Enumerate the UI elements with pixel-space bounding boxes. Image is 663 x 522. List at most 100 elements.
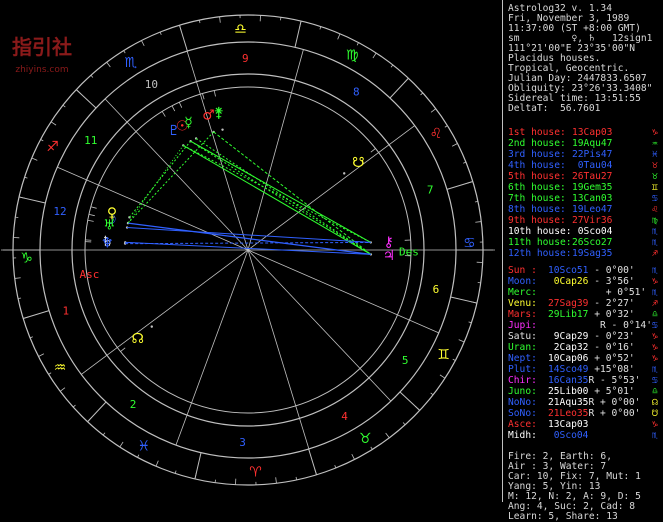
planet-icon: ☋ <box>352 155 364 171</box>
degree-tick <box>73 405 75 407</box>
sign-boundary <box>19 197 45 203</box>
planet-row: Moon: 0Cap26 - 3°56'♑ <box>508 276 635 287</box>
planet-latitude: - 0°00' <box>588 265 634 276</box>
degree-tick <box>160 32 161 35</box>
sign-icon: ♋ <box>652 193 658 204</box>
planet-tick <box>162 111 165 116</box>
planet-name: Moon: <box>508 276 548 287</box>
zodiac-sign-icon: ♏ <box>125 55 138 71</box>
planet-tick <box>172 106 175 111</box>
sign-boundary <box>88 402 106 422</box>
house-label: 1st house: <box>508 127 564 138</box>
planet-position: 13Cap03 <box>548 419 588 430</box>
sign-icon: ♏ <box>652 430 658 441</box>
degree-tick <box>124 51 126 54</box>
sign-boundary <box>23 311 49 319</box>
sign-icon: ♏ <box>652 226 658 237</box>
degree-tick <box>141 41 144 46</box>
planet-latitude: + 5°01' <box>588 386 634 397</box>
house-number: 6 <box>433 283 440 296</box>
house-row: 12th house:19Sag35♐ <box>508 248 612 259</box>
degree-tick <box>220 17 221 23</box>
planet-latitude: R - 0°14' <box>600 320 652 331</box>
planet-name: NoNo: <box>508 397 548 408</box>
zodiac-sign-icon: ♐ <box>46 139 59 155</box>
degree-tick <box>175 471 176 474</box>
degree-tick <box>276 477 277 483</box>
house-cusp: 19Sag35 <box>572 248 612 259</box>
house-row: 4th house: 0Tau04♉ <box>508 160 612 171</box>
house-cusp: 19Leo47 <box>572 204 612 215</box>
house-number: 8 <box>353 86 360 99</box>
planet-latitude: - 0°23' <box>588 331 634 342</box>
planet-row: Mars:29Lib17 + 0°32'♎ <box>508 309 635 320</box>
sign-boundary <box>76 90 96 108</box>
sign-icon: ♒ <box>652 138 658 149</box>
ascendant-label: Asc <box>80 268 100 281</box>
house-cusp-line <box>81 250 248 374</box>
chart-wheel: ♈♉♊♋♌♍♎♏♐♑♒♓123456789101112AscDes☉☽☿♀♂♃♄… <box>0 0 500 503</box>
aspect-line <box>214 132 371 254</box>
sign-icon: ♑ <box>652 353 658 364</box>
planet-name: Plut: <box>508 364 548 375</box>
planet-latitude: R - 5°53' <box>588 375 640 386</box>
planet-icon: ⚵ <box>214 105 224 121</box>
sign-boundary <box>447 181 473 189</box>
sign-icon: ♑ <box>652 331 658 342</box>
planet-position <box>548 320 600 331</box>
planet-position: 10Cap06 <box>548 353 588 364</box>
house-label: 3rd house: <box>508 149 564 160</box>
degree-tick <box>475 222 481 223</box>
sign-icon: ♎ <box>652 386 658 397</box>
degree-tick <box>320 27 321 30</box>
planet-position: 0Cap26 <box>548 276 588 287</box>
degree-tick <box>431 109 436 113</box>
house-number: 3 <box>239 436 246 449</box>
planet-row: Midh: 0Sco04♏ <box>508 430 588 441</box>
planet-position <box>548 287 600 298</box>
house-cusp: 19Gem35 <box>572 182 612 193</box>
planet-position: 21Aqu35 <box>548 397 588 408</box>
degree-tick <box>39 354 44 357</box>
degree-tick <box>386 433 390 438</box>
planet-row: SoNo:21Leo35R + 0°00'☋ <box>508 408 640 419</box>
degree-tick <box>63 105 65 107</box>
degree-tick <box>30 337 33 338</box>
planet-latitude: - 2°27' <box>588 298 634 309</box>
degree-tick <box>156 461 158 467</box>
planet-position: 14Sco49 <box>548 364 588 375</box>
house-cusp: 22Pis47 <box>572 149 612 160</box>
descendant-label: Des <box>399 246 419 259</box>
house-cusp: 19Aqu47 <box>572 138 612 149</box>
planet-row: Jupi: R - 0°14'♋ <box>508 320 652 331</box>
planet-position: 10Sco51 <box>548 265 588 276</box>
zodiac-sign-icon: ♑ <box>20 251 33 267</box>
house-cusp: 13Can03 <box>572 193 612 204</box>
sign-boundary <box>390 78 408 98</box>
zodiac-sign-icon: ♌ <box>430 126 443 142</box>
planet-latitude: + 0°51' <box>600 287 646 298</box>
house-row: 10th house: 0Sco04♏ <box>508 226 612 237</box>
planet-row: Chir:16Can35R - 5°53'♋ <box>508 375 640 386</box>
house-row: 8th house:19Leo47♌ <box>508 204 612 215</box>
degree-tick <box>41 139 44 140</box>
planet-tick <box>202 93 204 99</box>
sign-boundary <box>309 449 317 475</box>
planet-anchor-dot <box>343 172 345 174</box>
planet-row: Venu:27Sag39 - 2°27'♐ <box>508 298 635 309</box>
planet-name: Midh: <box>508 430 548 441</box>
aspect-line <box>125 242 371 254</box>
house-number: 7 <box>427 184 434 197</box>
sign-icon: ♏ <box>652 265 658 276</box>
degree-tick <box>440 375 445 378</box>
degree-tick <box>452 143 457 146</box>
zodiac-sign-icon: ♋ <box>463 235 476 251</box>
house-label: 11th house: <box>508 237 564 248</box>
planet-name: Uran: <box>508 342 548 353</box>
house-cusp: 0Sco04 <box>572 226 612 237</box>
sign-boundary <box>400 392 420 410</box>
aspect-line <box>128 145 183 223</box>
degree-tick <box>463 162 466 163</box>
planet-row: NoNo:21Aqu35R + 0°00'☊ <box>508 397 640 408</box>
sign-icon: ♎ <box>652 309 658 320</box>
